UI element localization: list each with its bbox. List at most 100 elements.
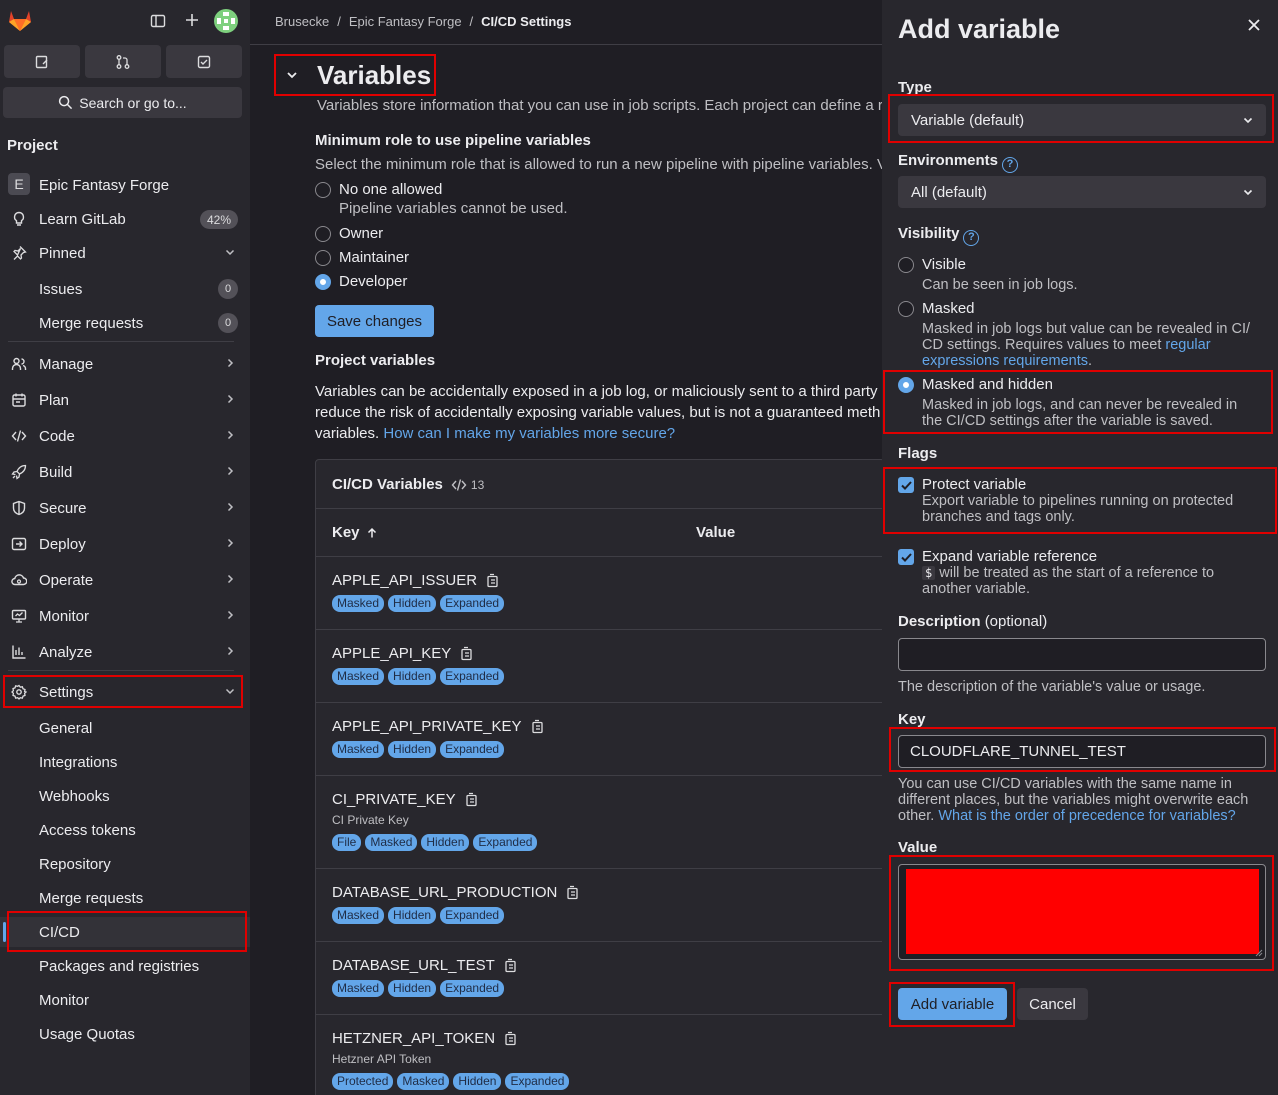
- page-title: Variables: [317, 60, 432, 90]
- role-option-developer[interactable]: Developer: [315, 273, 407, 290]
- secure-variables-link[interactable]: How can I make my variables more secure?: [383, 425, 675, 442]
- breadcrumb-item[interactable]: Brusecke: [275, 14, 329, 29]
- regex-requirements-link[interactable]: regular: [1165, 337, 1210, 353]
- key-input[interactable]: CLOUDFLARE_TUNNEL_TEST: [898, 735, 1266, 768]
- sidebar-item-learn-gitlab[interactable]: Learn GitLab 42%: [0, 204, 250, 234]
- sidebar-project-link[interactable]: E Epic Fantasy Forge: [0, 170, 250, 200]
- expand-reference-label: Expand variable reference: [922, 548, 1098, 565]
- min-role-description: Select the minimum role that is allowed …: [315, 156, 887, 173]
- tag-badge: Hidden: [388, 741, 437, 758]
- todo-shortcut-button[interactable]: [166, 45, 242, 78]
- radio-button-selected[interactable]: [315, 273, 331, 290]
- issues-shortcut-button[interactable]: [4, 45, 80, 78]
- sidebar-item-label: Monitor: [39, 991, 90, 1009]
- sidebar-item-label: Merge requests: [39, 889, 144, 907]
- settings-item-cicd[interactable]: CI/CD: [0, 917, 250, 947]
- precedence-link[interactable]: What is the order of precedence for vari…: [938, 808, 1235, 824]
- sort-arrow-up-icon: [367, 527, 376, 537]
- copy-icon[interactable]: [464, 792, 478, 807]
- breadcrumb-current: CI/CD Settings: [481, 14, 572, 29]
- sidebar-item-plan[interactable]: Plan: [0, 385, 250, 415]
- sidebar-item-deploy[interactable]: Deploy: [0, 529, 250, 559]
- close-icon[interactable]: [1247, 18, 1261, 32]
- protect-variable-checkbox[interactable]: [898, 477, 914, 493]
- regex-requirements-link[interactable]: expressions requirements: [922, 353, 1088, 369]
- expand-reference-checkbox[interactable]: [898, 549, 914, 565]
- sidebar-item-pinned[interactable]: Pinned: [0, 238, 250, 268]
- cancel-button[interactable]: Cancel: [1017, 988, 1088, 1020]
- settings-item-repository[interactable]: Repository: [0, 849, 250, 879]
- sidebar-item-code[interactable]: Code: [0, 421, 250, 451]
- sidebar-item-secure[interactable]: Secure: [0, 493, 250, 523]
- copy-icon[interactable]: [503, 1031, 517, 1046]
- copy-icon[interactable]: [565, 885, 579, 900]
- column-header-key[interactable]: Key: [332, 524, 378, 541]
- code-icon: [451, 478, 467, 491]
- collapse-section-icon[interactable]: [285, 68, 299, 82]
- search-button[interactable]: Search or go to...: [3, 87, 242, 118]
- project-avatar: E: [8, 173, 30, 195]
- drawer-title: Add variable: [898, 14, 1061, 44]
- flags-label: Flags: [898, 445, 938, 462]
- role-option-no-one[interactable]: No one allowed: [315, 181, 442, 198]
- question-icon[interactable]: ?: [1002, 157, 1019, 173]
- code-snippet: $: [922, 566, 936, 580]
- environments-select[interactable]: All (default): [898, 176, 1266, 208]
- radio-button[interactable]: [315, 225, 331, 242]
- gitlab-logo[interactable]: [7, 8, 33, 32]
- copy-icon[interactable]: [503, 958, 517, 973]
- variable-key: DATABASE_URL_TEST: [332, 957, 517, 974]
- sidebar-item-analyze[interactable]: Analyze: [0, 637, 250, 667]
- type-select[interactable]: Variable (default): [898, 104, 1266, 136]
- save-changes-button[interactable]: Save changes: [315, 305, 434, 337]
- sidebar-item-build[interactable]: Build: [0, 457, 250, 487]
- settings-item-usage-quotas[interactable]: Usage Quotas: [0, 1019, 250, 1049]
- visibility-masked-radio[interactable]: [898, 301, 914, 317]
- sidebar-item-operate[interactable]: Operate: [0, 565, 250, 595]
- breadcrumb-item[interactable]: Epic Fantasy Forge: [349, 14, 462, 29]
- radio-button[interactable]: [315, 249, 331, 266]
- copy-icon[interactable]: [485, 573, 499, 588]
- environments-label: Environments?: [898, 152, 1019, 173]
- sidebar-toggle-icon[interactable]: [150, 13, 166, 29]
- tag-badge: Masked: [332, 741, 385, 758]
- settings-item-access-tokens[interactable]: Access tokens: [0, 815, 250, 845]
- value-textarea[interactable]: [898, 864, 1266, 960]
- sidebar-item-monitor[interactable]: Monitor: [0, 601, 250, 631]
- pinned-item-merge-requests[interactable]: Merge requests 0: [0, 308, 250, 338]
- visibility-visible-radio[interactable]: [898, 257, 914, 273]
- sidebar-item-settings[interactable]: Settings: [0, 677, 250, 707]
- radio-button[interactable]: [315, 181, 331, 198]
- role-option-owner[interactable]: Owner: [315, 225, 383, 242]
- help-line: You can use CI/CD variables with the sam…: [898, 776, 1232, 792]
- help-line: CD settings. Requires values to meet: [922, 337, 1166, 353]
- variable-tags: Masked Hidden Expanded: [332, 667, 508, 685]
- variable-key-text: APPLE_API_PRIVATE_KEY: [332, 718, 522, 735]
- pinned-item-issues[interactable]: Issues 0: [0, 274, 250, 304]
- avatar[interactable]: [214, 9, 238, 33]
- settings-item-packages[interactable]: Packages and registries: [0, 951, 250, 981]
- settings-item-monitor[interactable]: Monitor: [0, 985, 250, 1015]
- role-option-maintainer[interactable]: Maintainer: [315, 249, 409, 266]
- settings-item-integrations[interactable]: Integrations: [0, 747, 250, 777]
- question-icon[interactable]: ?: [963, 230, 980, 246]
- resize-handle-icon[interactable]: [1255, 949, 1263, 957]
- visibility-option-label: Masked: [922, 300, 975, 317]
- plus-icon[interactable]: [184, 12, 200, 28]
- copy-icon[interactable]: [459, 646, 473, 661]
- settings-item-merge-requests[interactable]: Merge requests: [0, 883, 250, 913]
- role-help: Pipeline variables cannot be used.: [339, 200, 568, 217]
- sidebar-item-manage[interactable]: Manage: [0, 349, 250, 379]
- redacted-value: [906, 869, 1259, 954]
- settings-item-webhooks[interactable]: Webhooks: [0, 781, 250, 811]
- chevron-right-icon: [227, 430, 234, 440]
- merge-requests-shortcut-button[interactable]: [85, 45, 161, 78]
- visibility-masked-hidden-radio[interactable]: [898, 377, 914, 393]
- help-line: Masked in job logs, and can never be rev…: [922, 397, 1238, 413]
- description-input[interactable]: [898, 638, 1266, 671]
- add-variable-button[interactable]: Add variable: [898, 988, 1007, 1020]
- copy-icon[interactable]: [530, 719, 544, 734]
- settings-item-general[interactable]: General: [0, 713, 250, 743]
- value-label: Value: [898, 839, 938, 856]
- column-header-value: Value: [696, 524, 736, 541]
